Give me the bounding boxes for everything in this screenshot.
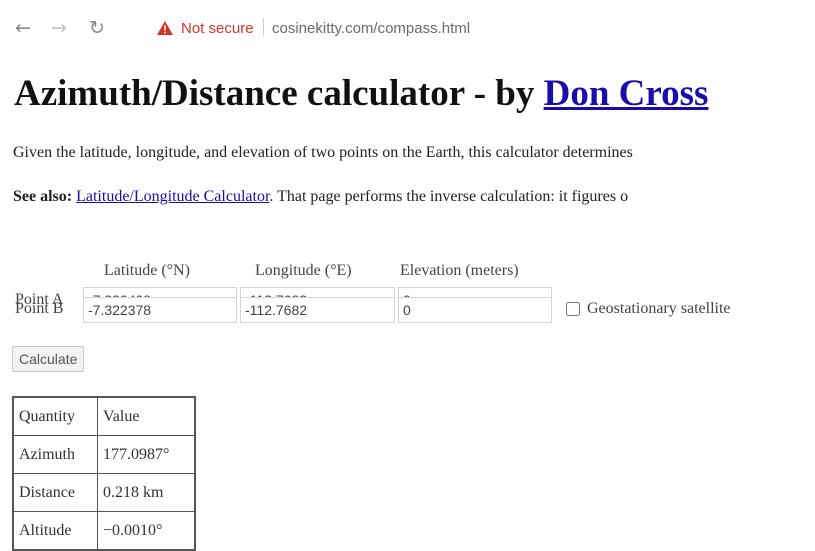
azimuth-label: Azimuth: [12, 435, 98, 474]
geostationary-label[interactable]: Geostationary satellite: [587, 300, 731, 318]
see-also-paragraph: See also: Latitude/Longitude Calculator.…: [13, 188, 628, 206]
intro-text: Given the latitude, longitude, and eleva…: [13, 144, 633, 161]
longitude-header: Longitude (°E): [255, 262, 352, 279]
table-row: Distance 0.218 km: [12, 473, 196, 512]
point-b-label: Point B: [15, 300, 64, 317]
back-arrow-icon[interactable]: ←: [12, 17, 34, 39]
point-b-longitude-input[interactable]: [240, 297, 395, 323]
lat-lon-calculator-link[interactable]: Latitude/Longitude Calculator: [76, 188, 269, 205]
author-link[interactable]: Don Cross: [544, 73, 709, 114]
forward-arrow-icon[interactable]: →: [48, 17, 70, 39]
url-divider: [263, 18, 264, 36]
latitude-header: Latitude (°N): [104, 262, 190, 279]
altitude-value: −0.0010°: [97, 511, 196, 551]
warning-triangle-icon[interactable]: [156, 20, 174, 36]
results-table: Quantity Value Azimuth 177.0987° Distanc…: [12, 396, 196, 551]
value-column-header: Value: [97, 396, 196, 436]
distance-label: Distance: [12, 473, 98, 512]
quantity-column-header: Quantity: [12, 396, 98, 436]
geostationary-checkbox[interactable]: [566, 302, 580, 316]
point-b-latitude-input[interactable]: [83, 297, 237, 323]
calculate-button[interactable]: Calculate: [12, 346, 85, 372]
point-b-elevation-input[interactable]: [398, 297, 552, 323]
page-title-text: Azimuth/Distance calculator - by: [14, 73, 544, 114]
page-title: Azimuth/Distance calculator - by Don Cro…: [14, 72, 708, 115]
url-text[interactable]: cosinekitty.com/compass.html: [272, 20, 470, 37]
altitude-label: Altitude: [12, 511, 98, 551]
elevation-header: Elevation (meters): [400, 262, 519, 279]
table-row: Altitude −0.0010°: [12, 511, 196, 551]
table-row: Azimuth 177.0987°: [12, 435, 196, 474]
reload-icon[interactable]: ↻: [86, 17, 108, 39]
not-secure-label[interactable]: Not secure: [181, 20, 254, 37]
table-header-row: Quantity Value: [12, 396, 196, 436]
distance-value: 0.218 km: [97, 473, 196, 512]
see-also-description: . That page performs the inverse calcula…: [269, 188, 629, 205]
azimuth-value: 177.0987°: [97, 435, 196, 474]
see-also-label: See also:: [13, 188, 73, 205]
browser-toolbar: ← → ↻ Not secure cosinekitty.com/compass…: [0, 0, 815, 58]
